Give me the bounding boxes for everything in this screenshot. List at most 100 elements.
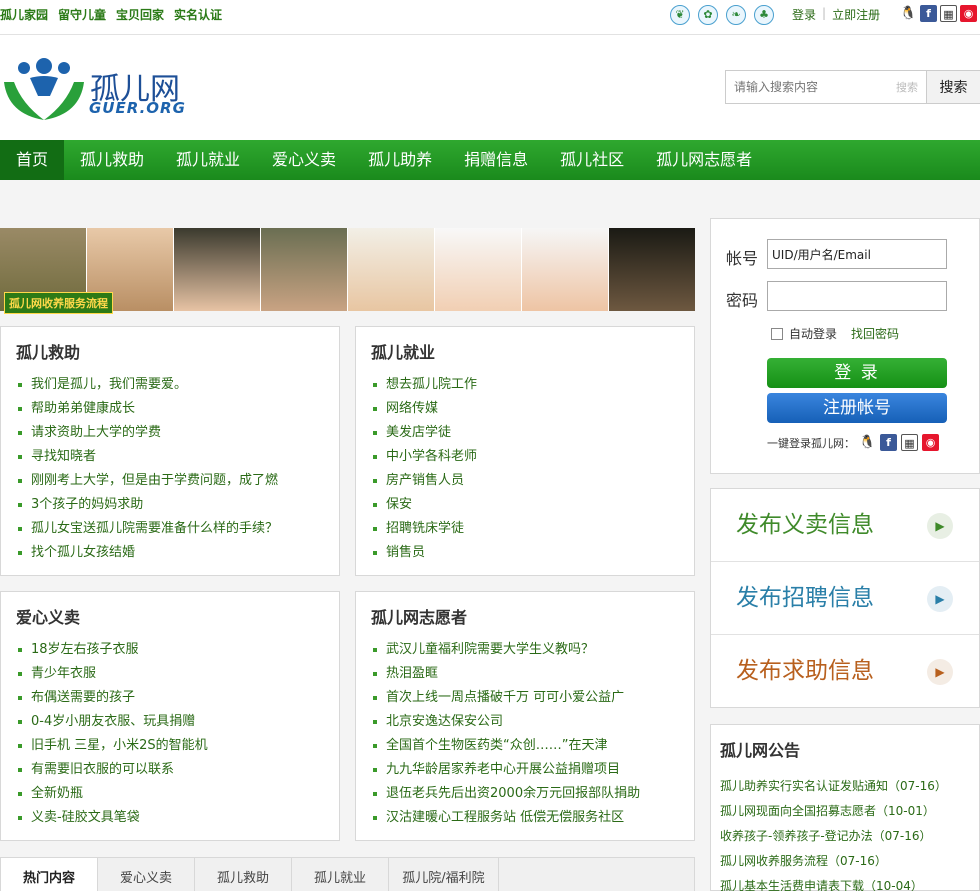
forgot-password-link[interactable]: 找回密码 xyxy=(851,325,899,342)
qq-icon[interactable]: 🐧 xyxy=(900,5,917,22)
top-login-links: 登录 | 立即注册 xyxy=(792,6,880,23)
publish-label: 发布招聘信息 xyxy=(736,585,874,611)
charity-sale-section: 爱心义卖 18岁左右孩子衣服 青少年衣服 布偶送需要的孩子 0-4岁小朋友衣服、… xyxy=(0,591,340,841)
weibo-icon[interactable]: ◉ xyxy=(922,434,939,451)
divider: | xyxy=(822,6,827,20)
list-item[interactable]: 武汉儿童福利院需要大学生义教吗？ xyxy=(371,638,694,662)
list-item[interactable]: 九九华龄居家养老中心开展公益捐赠项目 xyxy=(371,758,694,782)
auto-login-checkbox[interactable] xyxy=(771,327,783,340)
social-links: 🐧 f ▦ ◉ xyxy=(900,5,977,22)
list-item[interactable]: 帮助弟弟健康成长 xyxy=(16,397,339,421)
search-box: 搜索 搜索 xyxy=(725,70,980,104)
list-item[interactable]: 销售员 xyxy=(371,541,694,565)
tab-employment[interactable]: 孤儿就业 xyxy=(292,858,389,891)
announcement-item[interactable]: 孤儿网现面向全国招募志愿者（10-01） xyxy=(720,799,979,824)
top-login-link[interactable]: 登录 xyxy=(792,6,816,23)
weibo-icon[interactable]: ◉ xyxy=(960,5,977,22)
list-item[interactable]: 我们是孤儿，我们需要爱。 xyxy=(16,373,339,397)
logo-subtitle: GUER.ORG xyxy=(89,99,186,117)
top-links: 孤儿家园 留守儿童 宝贝回家 实名认证 xyxy=(0,6,222,23)
auto-login-label[interactable]: 自动登录 xyxy=(789,325,837,342)
list-item[interactable]: 全国首个生物医药类“众创……”在天津 xyxy=(371,734,694,758)
announcement-item[interactable]: 孤儿基本生活费申请表下载（10-04） xyxy=(720,874,979,891)
list-item[interactable]: 保安 xyxy=(371,493,694,517)
publish-label: 发布求助信息 xyxy=(736,658,874,684)
tab-orphanage[interactable]: 孤儿院/福利院 xyxy=(389,858,499,891)
tab-rescue[interactable]: 孤儿救助 xyxy=(195,858,292,891)
top-register-link[interactable]: 立即注册 xyxy=(832,6,880,23)
top-icon-group: ❦ ✿ ❧ ♣ xyxy=(670,5,774,25)
list-item[interactable]: 刚刚考上大学，但是由于学费问题，成了燃 xyxy=(16,469,339,493)
facebook-icon[interactable]: f xyxy=(880,434,897,451)
list-item[interactable]: 寻找知晓者 xyxy=(16,445,339,469)
nav-item-charity-sale[interactable]: 爱心义卖 xyxy=(256,140,352,180)
list-item[interactable]: 招聘铣床学徒 xyxy=(371,517,694,541)
plant-icon[interactable]: ❧ xyxy=(726,5,746,25)
list-item[interactable]: 青少年衣服 xyxy=(16,662,339,686)
top-link-orphan-home[interactable]: 孤儿家园 xyxy=(0,6,48,23)
list-item[interactable]: 首次上线一周点播破千万 可可小爱公益广 xyxy=(371,686,694,710)
nav-item-employment[interactable]: 孤儿就业 xyxy=(160,140,256,180)
tab-hot-content[interactable]: 热门内容 xyxy=(1,858,98,891)
list-item[interactable]: 汉沽建暖心工程服务站 低偿无偿服务社区 xyxy=(371,806,694,830)
list-item[interactable]: 网络传媒 xyxy=(371,397,694,421)
list-item[interactable]: 布偶送需要的孩子 xyxy=(16,686,339,710)
list-item[interactable]: 全新奶瓶 xyxy=(16,782,339,806)
nav-item-volunteers[interactable]: 孤儿网志愿者 xyxy=(640,140,768,180)
search-hint: 搜索 xyxy=(896,81,918,94)
arrow-right-icon: ▶ xyxy=(927,659,953,685)
top-link-left-behind[interactable]: 留守儿童 xyxy=(58,6,106,23)
list-item[interactable]: 有需要旧衣服的可以联系 xyxy=(16,758,339,782)
list-item[interactable]: 退伍老兵先后出资2000余万元回报部队捐助 xyxy=(371,782,694,806)
publish-charity-button[interactable]: 发布义卖信息 ▶ xyxy=(711,489,979,562)
list-item[interactable]: 热泪盈眶 xyxy=(371,662,694,686)
children-banner[interactable]: 孤儿网收养服务流程 xyxy=(0,228,695,314)
banner-label[interactable]: 孤儿网收养服务流程 xyxy=(4,292,113,314)
password-input[interactable] xyxy=(767,281,947,311)
site-logo[interactable]: 孤儿网 GUER.ORG xyxy=(0,52,200,124)
list-item[interactable]: 旧手机 三星，小米2S的智能机 xyxy=(16,734,339,758)
list-item[interactable]: 想去孤儿院工作 xyxy=(371,373,694,397)
publish-help-button[interactable]: 发布求助信息 ▶ xyxy=(711,635,979,708)
list-item[interactable]: 义卖-硅胶文具笔袋 xyxy=(16,806,339,830)
register-button[interactable]: 注册帐号 xyxy=(767,393,947,423)
list-item[interactable]: 0-4岁小朋友衣服、玩具捐赠 xyxy=(16,710,339,734)
qq-icon[interactable]: 🐧 xyxy=(859,434,876,451)
tab-charity-sale[interactable]: 爱心义卖 xyxy=(98,858,195,891)
seedling-icon[interactable]: ♣ xyxy=(754,5,774,25)
list-item[interactable]: 请求资助上大学的学费 xyxy=(16,421,339,445)
one-click-login-label: 一键登录孤儿网： xyxy=(767,436,855,450)
announcement-item[interactable]: 孤儿助养实行实名认证发贴通知（07-16） xyxy=(720,774,979,799)
list-item[interactable]: 孤儿女宝送孤儿院需要准备什么样的手续？ xyxy=(16,517,339,541)
announcement-item[interactable]: 孤儿网收养服务流程（07-16） xyxy=(720,849,979,874)
announcement-item[interactable]: 收养孩子-领养孩子-登记办法（07-16） xyxy=(720,824,979,849)
volunteers-section: 孤儿网志愿者 武汉儿童福利院需要大学生义教吗？ 热泪盈眶 首次上线一周点播破千万… xyxy=(355,591,695,841)
list-item[interactable]: 3个孩子的妈妈求助 xyxy=(16,493,339,517)
facebook-icon[interactable]: f xyxy=(920,5,937,22)
nav-item-community[interactable]: 孤儿社区 xyxy=(544,140,640,180)
list-item[interactable]: 中小学各科老师 xyxy=(371,445,694,469)
list-item[interactable]: 18岁左右孩子衣服 xyxy=(16,638,339,662)
top-link-realname[interactable]: 实名认证 xyxy=(174,6,222,23)
section-title: 孤儿网志愿者 xyxy=(371,608,468,627)
search-button[interactable]: 搜索 xyxy=(926,70,980,104)
sprout-icon[interactable]: ✿ xyxy=(698,5,718,25)
list-item[interactable]: 找个孤儿女孩结婚 xyxy=(16,541,339,565)
child-photo xyxy=(261,228,348,311)
nav-item-home[interactable]: 首页 xyxy=(0,140,65,180)
qrcode-icon[interactable]: ▦ xyxy=(940,5,957,22)
list-item[interactable]: 北京安逸达保安公司 xyxy=(371,710,694,734)
publish-job-button[interactable]: 发布招聘信息 ▶ xyxy=(711,562,979,635)
qrcode-icon[interactable]: ▦ xyxy=(901,434,918,451)
account-input[interactable] xyxy=(767,239,947,269)
child-photo xyxy=(609,228,695,311)
list-item[interactable]: 房产销售人员 xyxy=(371,469,694,493)
nav-item-rescue[interactable]: 孤儿救助 xyxy=(64,140,160,180)
nav-item-donations[interactable]: 捐赠信息 xyxy=(448,140,544,180)
hands-logo-icon xyxy=(4,58,84,120)
login-button[interactable]: 登 录 xyxy=(767,358,947,388)
nav-item-sponsorship[interactable]: 孤儿助养 xyxy=(352,140,448,180)
top-link-baby-home[interactable]: 宝贝回家 xyxy=(116,6,164,23)
leaf-icon[interactable]: ❦ xyxy=(670,5,690,25)
list-item[interactable]: 美发店学徒 xyxy=(371,421,694,445)
